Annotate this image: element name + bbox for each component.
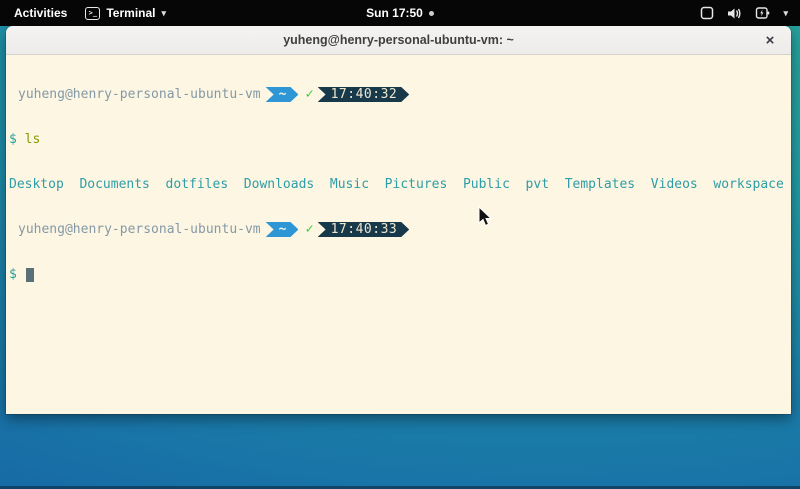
- desktop-background: yuheng@henry-personal-ubuntu-vm: ~ × yuh…: [0, 26, 800, 489]
- app-menu[interactable]: >_ Terminal ▾: [85, 6, 166, 20]
- powerline-time-segment: 17:40:33: [318, 222, 410, 237]
- terminal-icon: >_: [85, 7, 100, 20]
- top-bar: Activities >_ Terminal ▾ Sun 17:50 ▾: [0, 0, 800, 26]
- system-status-area[interactable]: ▾: [700, 6, 800, 20]
- terminal-cursor: [26, 268, 34, 282]
- command-text: ls: [25, 132, 41, 147]
- prompt-symbol: $: [9, 267, 17, 282]
- check-icon: ✓: [305, 222, 313, 237]
- prompt-user-host: yuheng@henry-personal-ubuntu-vm: [9, 222, 261, 237]
- command-line: $ ls: [9, 132, 789, 147]
- prompt-line: yuheng@henry-personal-ubuntu-vm ~ ✓ 17:40:3…: [9, 222, 789, 237]
- window-titlebar[interactable]: yuheng@henry-personal-ubuntu-vm: ~ ×: [6, 26, 791, 55]
- check-icon: ✓: [305, 87, 313, 102]
- prompt-symbol: $: [9, 132, 17, 147]
- activities-button[interactable]: Activities: [10, 4, 71, 22]
- volume-icon: [727, 7, 742, 20]
- powerline-cwd-segment: ~: [266, 222, 299, 237]
- terminal-window: yuheng@henry-personal-ubuntu-vm: ~ × yuh…: [6, 26, 791, 414]
- notification-dot: [429, 11, 434, 16]
- prompt-line: yuheng@henry-personal-ubuntu-vm ~ ✓ 17:40:3…: [9, 87, 789, 102]
- powerline-cwd-segment: ~: [266, 87, 299, 102]
- chevron-down-icon: ▾: [783, 8, 788, 19]
- window-title: yuheng@henry-personal-ubuntu-vm: ~: [283, 33, 514, 47]
- chevron-down-icon: ▾: [161, 8, 166, 19]
- powerline-time-segment: 17:40:32: [318, 87, 410, 102]
- terminal-content[interactable]: yuheng@henry-personal-ubuntu-vm ~ ✓ 17:40:3…: [6, 55, 791, 413]
- close-icon[interactable]: ×: [759, 29, 781, 51]
- ls-output: Desktop Documents dotfiles Downloads Mus…: [9, 177, 789, 192]
- clock[interactable]: Sun 17:50: [366, 6, 423, 20]
- display-icon: [700, 6, 714, 20]
- current-input-line[interactable]: $: [9, 267, 789, 282]
- app-menu-label: Terminal: [106, 6, 155, 20]
- battery-charging-icon: [755, 6, 770, 20]
- prompt-user-host: yuheng@henry-personal-ubuntu-vm: [9, 87, 261, 102]
